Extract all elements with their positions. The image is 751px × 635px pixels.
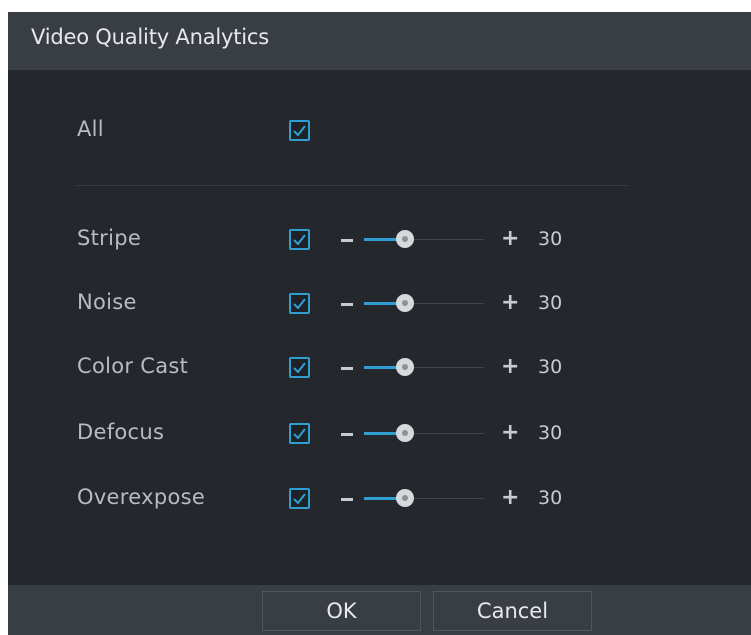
noise-slider-thumb[interactable] [396,294,414,312]
defocus-increase-icon[interactable]: + [501,422,519,444]
checkmark-icon [293,428,306,440]
noise-label: Noise [77,290,137,314]
overexpose-decrease-icon[interactable] [341,498,353,501]
dialog-footer: OK Cancel [8,585,751,635]
color-cast-decrease-icon[interactable] [341,367,353,370]
slider-fill [364,497,400,500]
all-label: All [77,117,104,141]
stripe-slider[interactable] [364,230,484,248]
checkmark-icon [293,298,306,310]
slider-track-rest [410,303,484,304]
noise-slider[interactable] [364,294,484,312]
overexpose-slider-thumb[interactable] [396,489,414,507]
stripe-label: Stripe [77,226,142,250]
defocus-decrease-icon[interactable] [341,433,353,436]
dialog-content: All Stripe + 30 Noise + 30 Color Cast + … [8,70,751,585]
slider-fill [364,366,400,369]
color-cast-checkbox[interactable] [289,357,310,378]
noise-value: 30 [538,292,563,314]
noise-checkbox[interactable] [289,293,310,314]
all-checkbox[interactable] [289,120,310,141]
stripe-slider-thumb[interactable] [396,230,414,248]
color-cast-increase-icon[interactable]: + [501,356,519,378]
checkmark-icon [293,125,306,137]
slider-track-rest [410,367,484,368]
stripe-decrease-icon[interactable] [341,239,353,242]
color-cast-value: 30 [538,356,563,378]
overexpose-label: Overexpose [77,485,206,509]
defocus-slider-thumb[interactable] [396,424,414,442]
slider-track-rest [410,433,484,434]
stripe-increase-icon[interactable]: + [501,228,519,250]
overexpose-increase-icon[interactable]: + [501,487,519,509]
dialog-title: Video Quality Analytics [31,25,269,49]
overexpose-checkbox[interactable] [289,488,310,509]
defocus-value: 30 [538,422,563,444]
ok-button[interactable]: OK [262,591,421,631]
cancel-button[interactable]: Cancel [433,591,592,631]
checkmark-icon [293,493,306,505]
slider-fill [364,302,400,305]
checkmark-icon [293,234,306,246]
color-cast-label: Color Cast [77,354,189,378]
color-cast-slider-thumb[interactable] [396,358,414,376]
slider-track-rest [410,498,484,499]
overexpose-value: 30 [538,487,563,509]
noise-increase-icon[interactable]: + [501,292,519,314]
checkmark-icon [293,362,306,374]
defocus-label: Defocus [77,420,165,444]
noise-decrease-icon[interactable] [341,303,353,306]
defocus-checkbox[interactable] [289,423,310,444]
divider [75,185,628,186]
overexpose-slider[interactable] [364,489,484,507]
stripe-checkbox[interactable] [289,229,310,250]
dialog-titlebar[interactable]: Video Quality Analytics [8,12,751,70]
slider-track-rest [410,239,484,240]
color-cast-slider[interactable] [364,358,484,376]
video-quality-analytics-dialog: Video Quality Analytics All Stripe + 30 … [8,12,751,635]
slider-fill [364,238,400,241]
stripe-value: 30 [538,228,563,250]
defocus-slider[interactable] [364,424,484,442]
slider-fill [364,432,400,435]
